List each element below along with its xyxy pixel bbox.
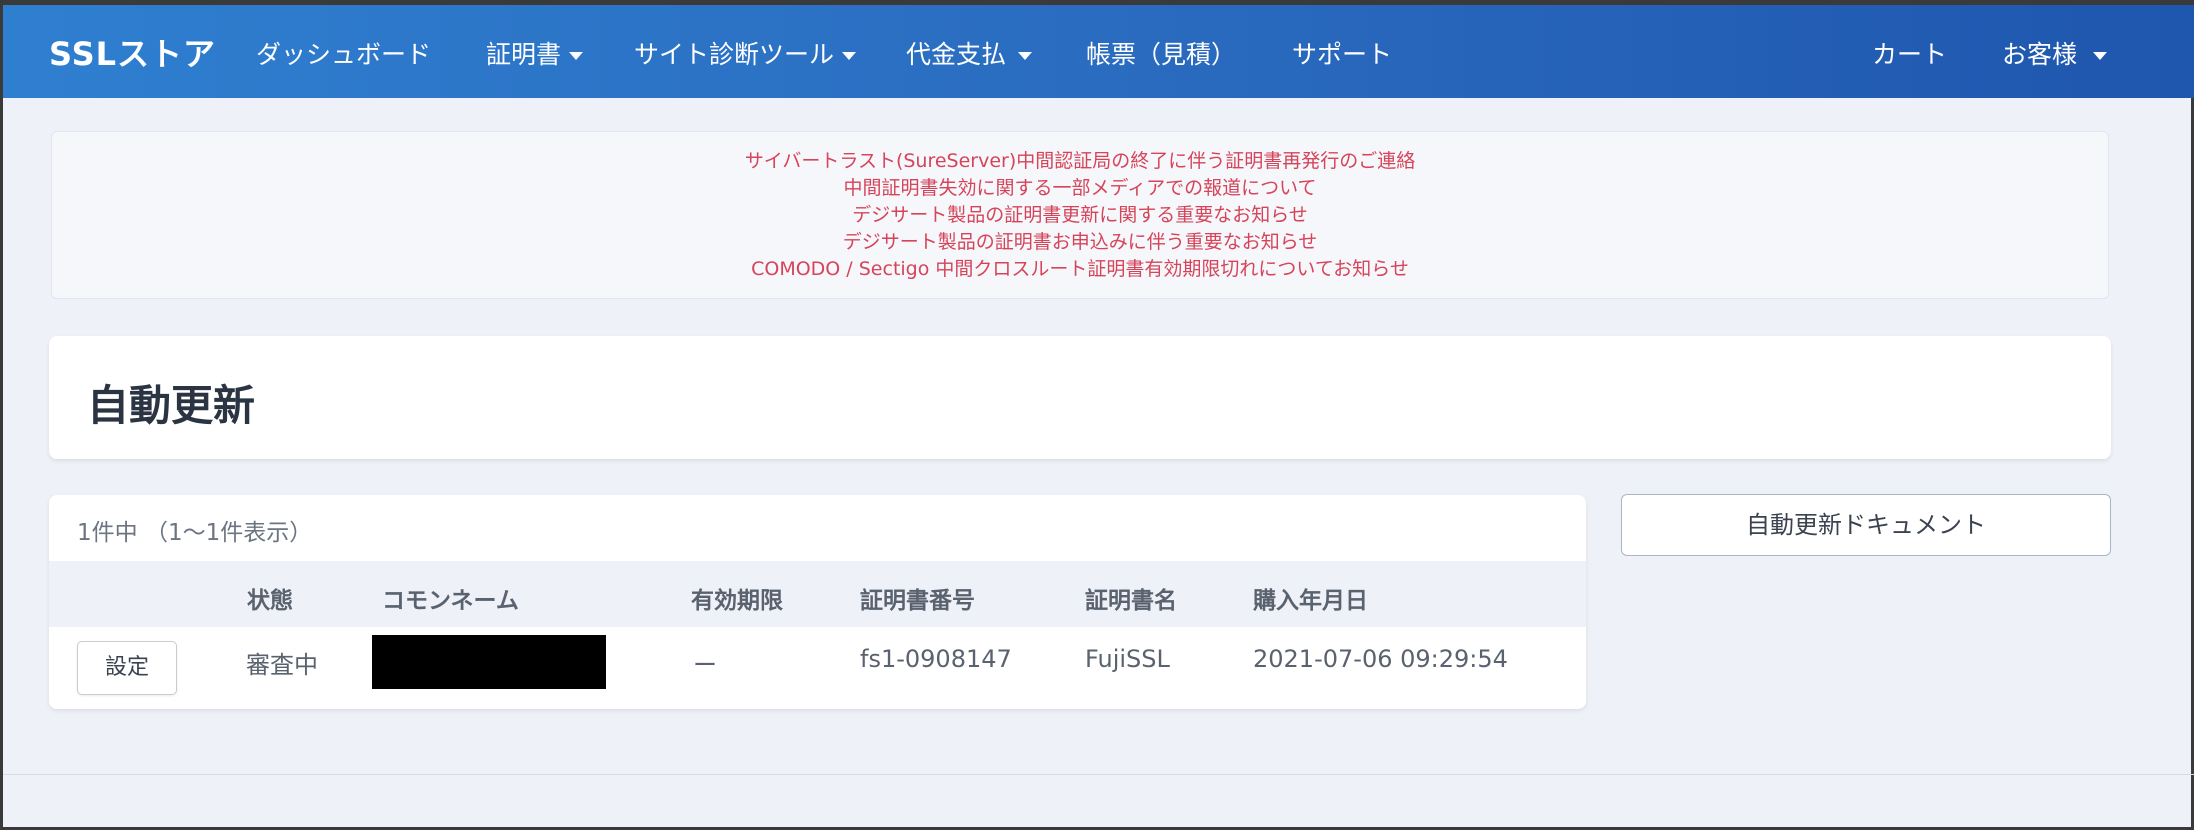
header-cert-name: 証明書名 (1085, 588, 1177, 614)
cell-purchase-date: 2021-07-06 09:29:54 (1253, 645, 1508, 673)
top-navbar: SSLストア ダッシュボード 証明書 サイト診断ツール 代金支払 帳票（見積） … (3, 0, 2194, 98)
nav-site-diagnostic-label: サイト診断ツール (634, 40, 835, 69)
chevron-down-icon (2093, 52, 2108, 60)
settings-button[interactable]: 設定 (77, 641, 177, 695)
nav-payment-label: 代金支払 (906, 40, 1007, 69)
nav-site-diagnostic[interactable]: サイト診断ツール (634, 35, 857, 71)
footer-divider (3, 774, 2194, 775)
nav-certificates[interactable]: 証明書 (486, 35, 584, 71)
nav-support-label: サポート (1292, 40, 1393, 69)
nav-cart[interactable]: カート (1872, 35, 1947, 71)
nav-invoices-label: 帳票（見積） (1086, 40, 1237, 69)
chevron-down-icon (842, 52, 857, 60)
nav-dashboard-label: ダッシュボード (256, 40, 432, 69)
cell-status: 審査中 (246, 651, 318, 679)
nav-invoices[interactable]: 帳票（見積） (1086, 35, 1236, 71)
app-window: SSLストア ダッシュボード 証明書 サイト診断ツール 代金支払 帳票（見積） … (0, 0, 2194, 830)
notice-panel: サイバートラスト(SureServer)中間認証局の終了に伴う証明書再発行のご連… (51, 131, 2109, 299)
nav-customer-menu[interactable]: お客様 (2002, 35, 2108, 71)
page-header-card: 自動更新 (49, 336, 2111, 459)
redacted-common-name (372, 635, 606, 689)
chevron-down-icon (1018, 52, 1033, 60)
nav-dashboard[interactable]: ダッシュボード (256, 35, 431, 71)
notice-link[interactable]: サイバートラスト(SureServer)中間認証局の終了に伴う証明書再発行のご連… (52, 148, 2108, 175)
header-expiry: 有効期限 (691, 588, 783, 614)
nav-payment[interactable]: 代金支払 (906, 35, 1033, 71)
result-count: 1件中 （1〜1件表示） (77, 520, 313, 546)
header-cert-number: 証明書番号 (860, 588, 975, 614)
brand-logo[interactable]: SSLストア (49, 29, 216, 75)
header-common-name: コモンネーム (382, 588, 519, 614)
header-status: 状態 (247, 588, 293, 614)
nav-customer-label: お客様 (2002, 40, 2078, 69)
nav-cart-label: カート (1872, 40, 1948, 69)
table-header: 状態 コモンネーム 有効期限 証明書番号 証明書名 購入年月日 (49, 561, 1586, 627)
notice-link[interactable]: デジサート製品の証明書更新に関する重要なお知らせ (52, 202, 2108, 229)
chevron-down-icon (569, 52, 584, 60)
auto-renewal-docs-button[interactable]: 自動更新ドキュメント (1621, 494, 2111, 556)
notice-link[interactable]: 中間証明書失効に関する一部メディアでの報道について (52, 175, 2108, 202)
notice-link[interactable]: COMODO / Sectigo 中間クロスルート証明書有効期限切れについてお知… (52, 256, 2108, 283)
cell-cert-number: fs1-0908147 (860, 645, 1012, 673)
page-title: 自動更新 (87, 381, 256, 430)
header-purchase-date: 購入年月日 (1253, 588, 1368, 614)
cell-expiry: ー (693, 651, 717, 679)
nav-certificates-label: 証明書 (486, 40, 562, 69)
auto-renewal-table: 1件中 （1〜1件表示） 状態 コモンネーム 有効期限 証明書番号 証明書名 購… (49, 495, 1586, 709)
nav-support[interactable]: サポート (1292, 35, 1392, 71)
cell-cert-name: FujiSSL (1085, 645, 1170, 673)
notice-link[interactable]: デジサート製品の証明書お申込みに伴う重要なお知らせ (52, 229, 2108, 256)
